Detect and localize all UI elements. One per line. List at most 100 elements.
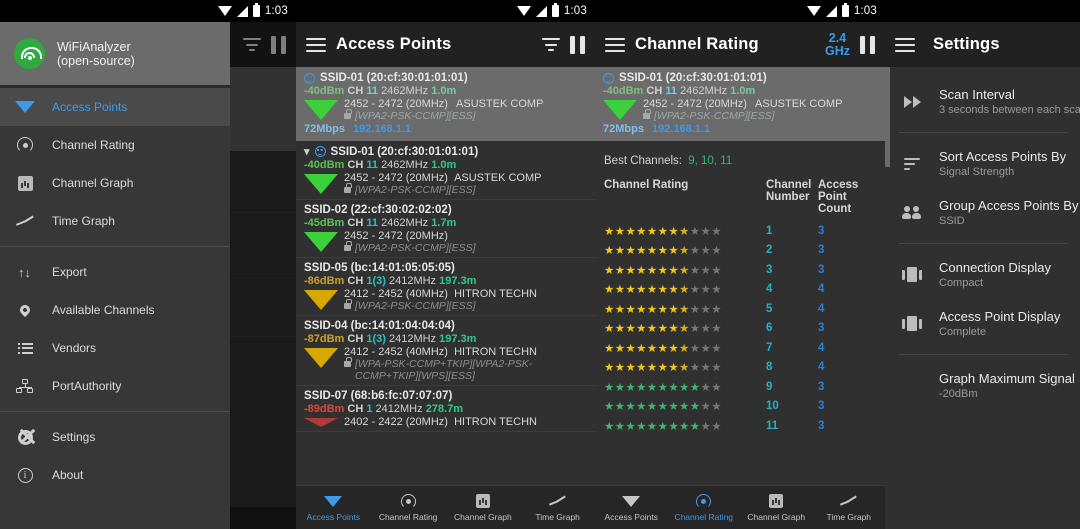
cell-signal-icon [825,5,837,17]
star-rating: ★★★★★★★★★★★ [604,245,722,258]
connection-vendor: ASUSTEK COMP [755,98,843,110]
connection-card[interactable]: SSID-01 (20:cf:30:01:01:01) -40dBm CH 11… [296,67,595,141]
settings-item-access-point-display[interactable]: Access Point Display Complete [885,299,1080,348]
connection-signal-row: -40dBm CH 11 2462MHz 1.0m [304,85,587,97]
tab-access-points[interactable]: Access Points [296,493,371,522]
tab-channel-graph[interactable]: Channel Graph [446,493,521,522]
ap-dbm: -87dBm [304,333,345,345]
connection-card[interactable]: SSID-01 (20:cf:30:01:01:01) -40dBm CH 11… [595,67,885,141]
sidebar-item-about[interactable]: i About [0,456,230,494]
channel-number: 5 [766,302,773,315]
access-point-row[interactable]: SSID-04 (bc:14:01:04:04:04) -87dBm CH 1(… [296,316,595,386]
battery-icon [841,3,849,17]
sidebar-item-channel-graph[interactable]: Channel Graph [0,164,230,202]
ap-distance: 197.3m [439,333,477,345]
ap-channel: 11 [366,217,378,229]
settings-item-scan-interval[interactable]: Scan Interval 3 seconds between each sca… [885,77,1080,126]
access-point-row[interactable]: SSID-07 (68:b6:fc:07:07:07) -89dBm CH 1 … [296,386,595,432]
ap-dbm: -45dBm [304,217,345,229]
app-brand: WiFiAnalyzer (open-source) [57,40,135,68]
pause-icon[interactable] [570,35,585,54]
sidebar-item-settings[interactable]: Settings [0,418,230,456]
filter-icon[interactable] [542,38,560,51]
divider [899,354,1068,355]
connection-channel: 11 [366,85,378,97]
star-rating: ★★★★★★★★★★★ [604,362,722,375]
ap-ssid-row: SSID-07 (68:b6:fc:07:07:07) [304,390,587,402]
access-point-list[interactable]: SSID-01 (20:cf:30:01:01:01) -40dBm CH 11… [296,67,595,507]
settings-item-connection-display[interactable]: Connection Display Compact [885,250,1080,299]
chevron-down-icon[interactable]: ▾ [304,145,310,158]
access-point-count: 4 [818,361,825,374]
tab-time-graph[interactable]: Time Graph [520,493,595,522]
scrollbar-thumb[interactable] [885,67,890,167]
signal-strength-icon [304,172,338,196]
menu-icon[interactable] [306,37,326,52]
band-toggle[interactable]: 2.4 GHz [825,31,850,58]
connection-ch-label: CH [646,85,663,97]
connection-dbm: -40dBm [304,85,345,97]
access-point-row[interactable]: SSID-02 (22:cf:30:02:02:02) -45dBm CH 11… [296,200,595,258]
ap-ssid-row: SSID-04 (bc:14:01:04:04:04) [304,320,587,332]
sidebar-item-channel-rating[interactable]: Channel Rating [0,126,230,164]
ap-dbm: -89dBm [304,403,345,415]
export-icon: ↑↓ [18,264,31,280]
channel-rating-row: ★★★★★★★★★★★ 7 4 [604,338,876,358]
panel-access-points: Access Points SSID-01 (20:cf:30:01:01:01… [296,22,595,529]
sidebar-item-access-points[interactable]: Access Points [0,88,230,126]
tab-label: Channel Graph [747,512,806,522]
sidebar-item-export[interactable]: ↑↓ Export [0,253,230,291]
connection-distance: 1.0m [431,85,457,97]
tab-time-graph[interactable]: Time Graph [813,493,886,522]
lock-icon [344,109,352,119]
ap-range: 2402 - 2422 (20MHz) HITRON TECHN [344,416,537,428]
sidebar-item-portauthority[interactable]: PortAuthority [0,367,230,405]
menu-icon[interactable] [895,37,915,52]
access-point-count: 4 [818,341,825,354]
tab-access-points[interactable]: Access Points [595,493,668,522]
tab-channel-rating[interactable]: Channel Rating [371,493,446,522]
settings-item-group-access-points-by[interactable]: Group Access Points By SSID [885,188,1080,237]
star-rating: ★★★★★★★★★★★ [604,420,722,433]
connection-ssid: SSID-01 (20:cf:30:01:01:01) [619,72,767,84]
navigation-drawer: WiFiAnalyzer (open-source) Access Points… [0,22,230,529]
time-graph-icon [549,493,566,509]
star-rating: ★★★★★★★★★★★ [604,284,722,297]
menu-icon[interactable] [605,37,625,52]
channel-rating-row: ★★★★★★★★★★★ 10 3 [604,397,876,417]
sidebar-item-available-channels[interactable]: Available Channels [0,291,230,329]
access-point-count: 3 [818,380,825,393]
tab-label: Time Graph [535,512,580,522]
info-icon: i [14,467,36,483]
settings-item-label: Group Access Points By [939,198,1079,213]
access-point-count: 3 [818,322,825,335]
sidebar-item-vendors[interactable]: Vendors [0,329,230,367]
ap-ch-label: CH [347,217,364,229]
access-point-row[interactable]: ▾ SSID-01 (20:cf:30:01:01:01) -40dBm CH … [296,141,595,200]
settings-item-graph-maximum-signal[interactable]: Graph Maximum Signal -20dBm [885,361,1080,410]
ap-ch-label: CH [347,333,364,345]
signal-strength-icon [304,416,338,428]
connection-signal-row: -40dBm CH 11 2462MHz 1.0m [603,85,877,97]
access-point-row[interactable]: SSID-05 (bc:14:01:05:05:05) -86dBm CH 1(… [296,258,595,316]
connection-security: [WPA2-PSK-CCMP][ESS] [654,110,775,122]
panel-channel-rating: Channel Rating 2.4 GHz SSID-01 (20:cf:30… [595,22,885,529]
ap-security-row: [WPA2-PSK-CCMP][ESS] [344,299,587,312]
display-icon [899,316,925,331]
access-point-count: 4 [818,283,825,296]
tab-channel-graph[interactable]: Channel Graph [740,493,813,522]
sidebar-item-time-graph[interactable]: Time Graph [0,202,230,240]
access-point-count: 3 [818,419,825,432]
ap-range: 2452 - 2472 (20MHz) [344,230,448,242]
page-title: Settings [933,35,1000,53]
divider [0,411,230,412]
pause-icon[interactable] [860,35,875,54]
tab-channel-rating[interactable]: Channel Rating [668,493,741,522]
app-logo-icon [14,38,45,69]
drawer-scrim[interactable] [230,22,296,529]
settings-item-sort-access-points-by[interactable]: Sort Access Points By Signal Strength [885,139,1080,188]
ap-distance: 197.3m [439,275,477,287]
channel-number: 6 [766,322,773,335]
settings-item-value: Complete [939,326,987,338]
ap-ssid-row: SSID-05 (bc:14:01:05:05:05) [304,262,587,274]
